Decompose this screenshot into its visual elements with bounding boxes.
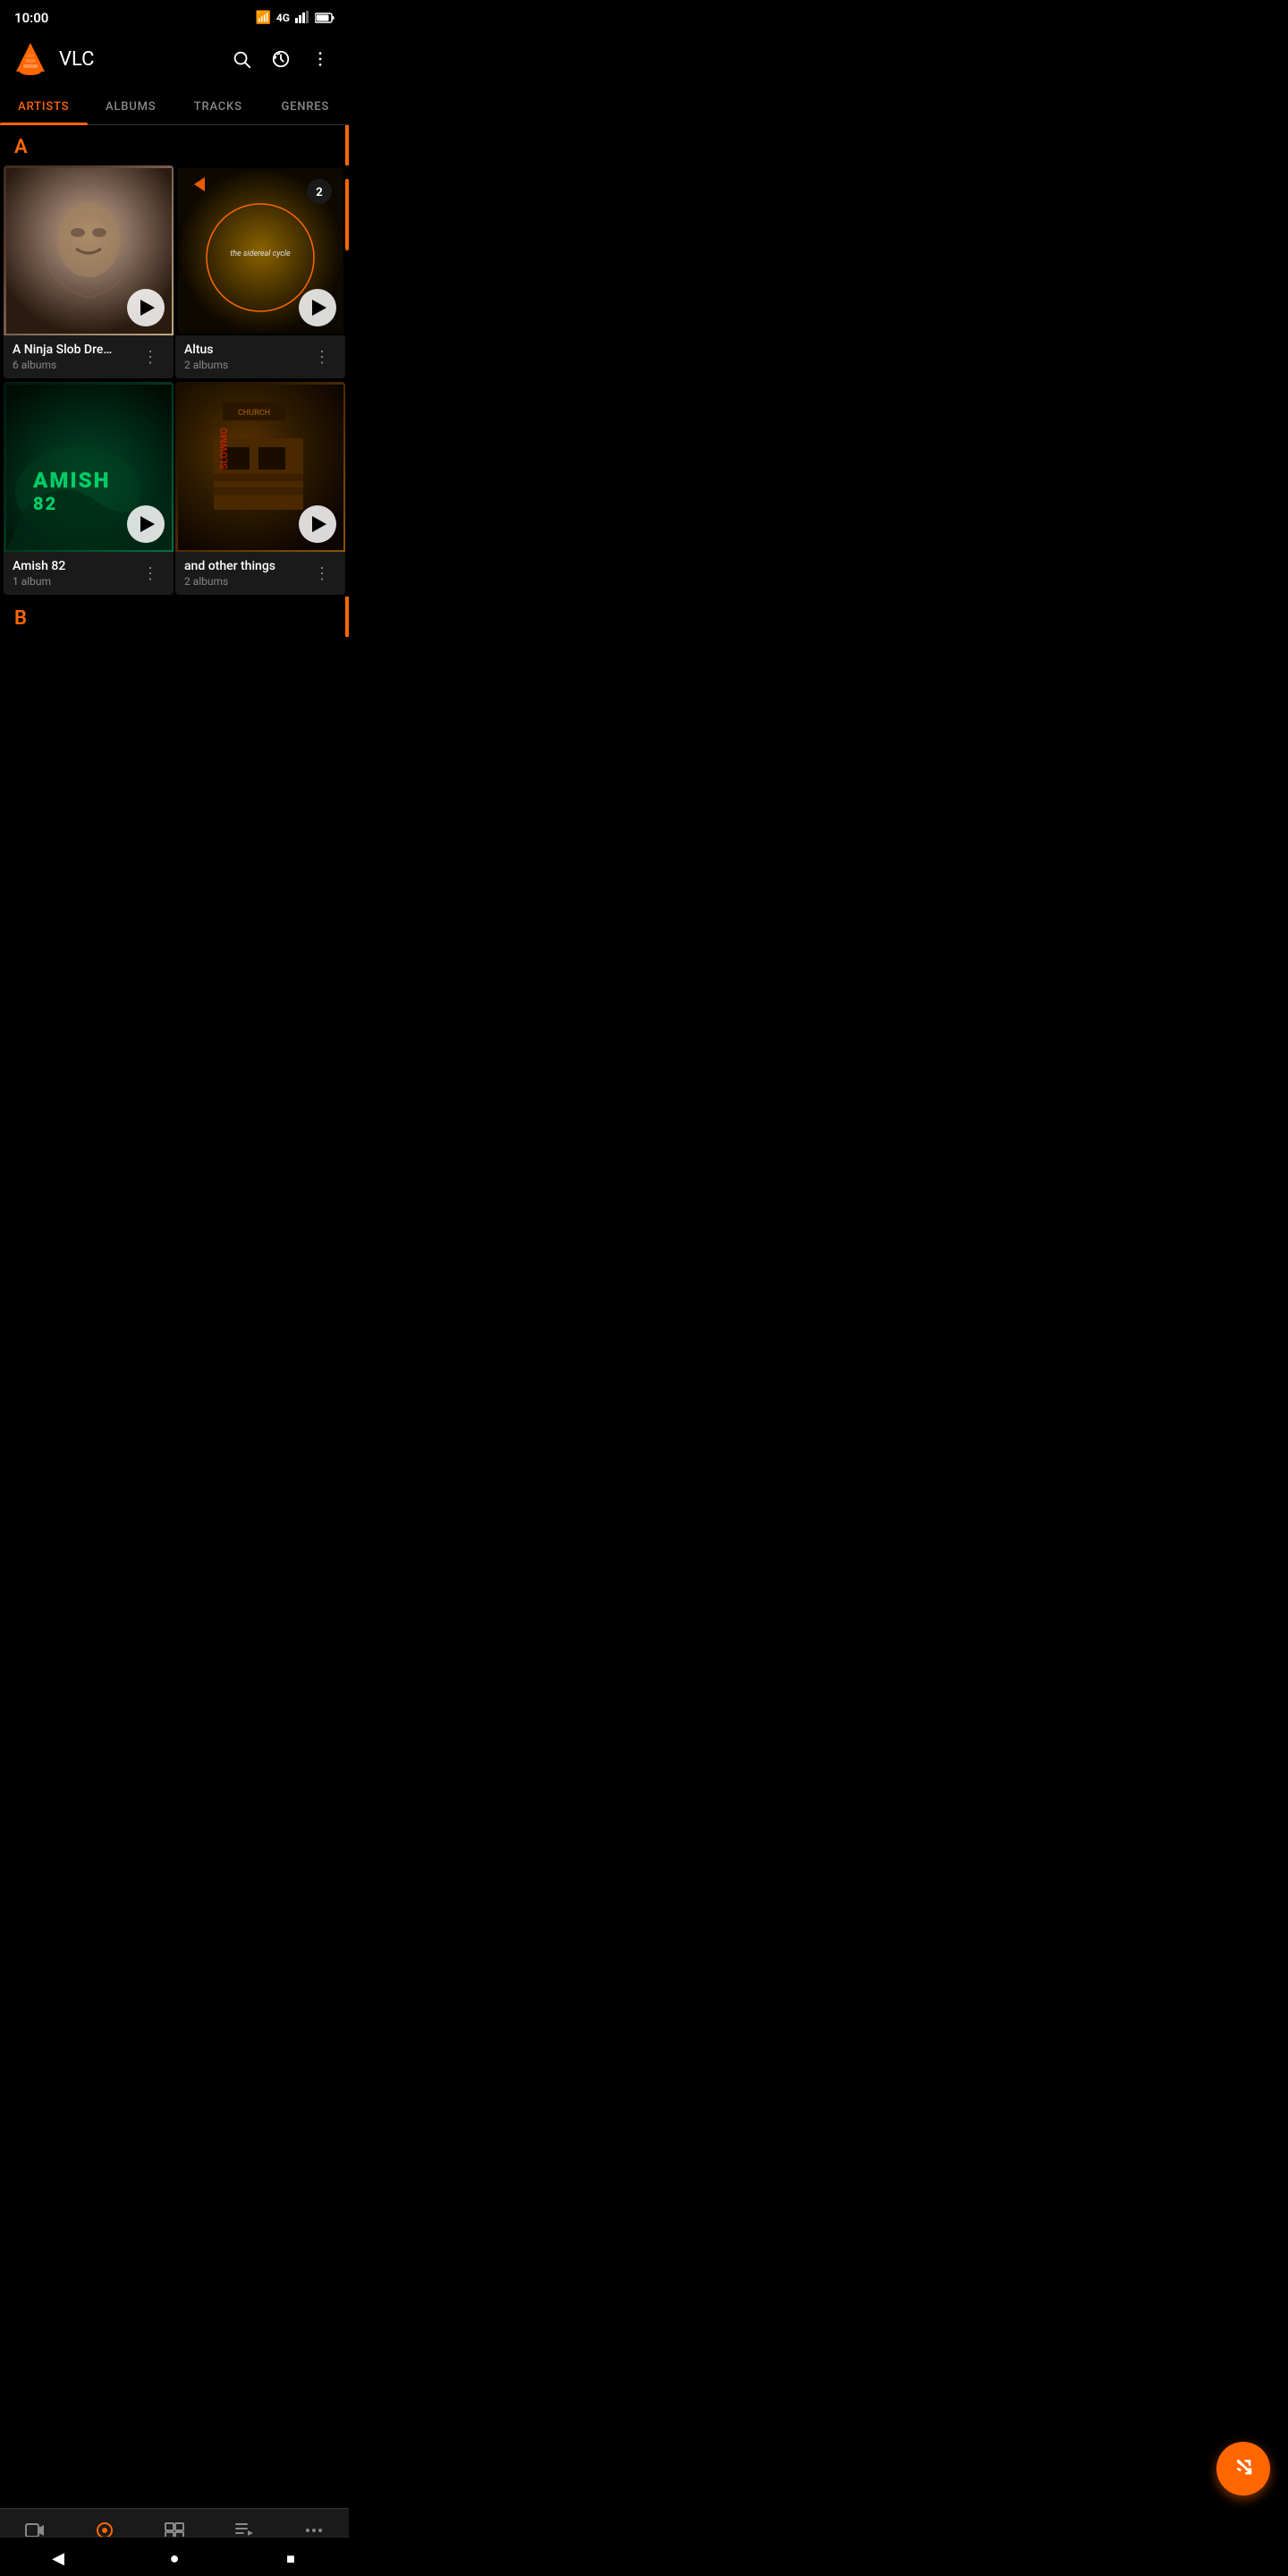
play-icon-amish bbox=[140, 516, 155, 532]
signal-4g-icon: 4G bbox=[276, 12, 290, 24]
app-header: VLC bbox=[0, 32, 349, 86]
svg-text:AMISH: AMISH bbox=[32, 468, 111, 493]
tab-genres[interactable]: GENRES bbox=[262, 89, 350, 124]
artist-name-other: and other things bbox=[184, 559, 275, 573]
back-button[interactable]: ◀ bbox=[46, 2546, 71, 2572]
artist-thumbnail-amish[interactable]: AMISH 82 bbox=[4, 382, 174, 552]
artist-albums-amish: 1 album bbox=[13, 575, 65, 588]
artist-thumbnail-altus[interactable]: the sidereal cycle 2 bbox=[175, 165, 345, 335]
status-bar: 10:00 📶 4G bbox=[0, 0, 349, 32]
scroll-indicator bbox=[345, 179, 349, 250]
play-button-amish[interactable] bbox=[127, 505, 165, 543]
vlc-logo bbox=[11, 39, 50, 79]
shuffle-fab[interactable] bbox=[1216, 2442, 1270, 2496]
artist-albums-altus: 2 albums bbox=[184, 359, 228, 371]
play-icon bbox=[140, 300, 155, 316]
play-button-ninja[interactable] bbox=[127, 289, 165, 326]
artist-thumbnail-other[interactable]: SLOWMO CHURCH bbox=[175, 382, 345, 552]
home-button[interactable]: ● bbox=[162, 2546, 187, 2572]
recent-button[interactable]: ■ bbox=[278, 2546, 303, 2572]
svg-text:CHURCH: CHURCH bbox=[237, 409, 269, 418]
artist-card-altus: the sidereal cycle 2 Altus 2 albums bbox=[175, 165, 345, 378]
artist-info-ninja: A Ninja Slob Dre… 6 albums bbox=[4, 335, 174, 378]
section-letter-b: B bbox=[0, 597, 41, 637]
header-actions bbox=[224, 41, 338, 77]
section-letter-a: A bbox=[0, 125, 42, 165]
artist-name-altus: Altus bbox=[184, 343, 228, 357]
artists-content: A bbox=[0, 125, 349, 762]
artist-albums-ninja: 6 albums bbox=[13, 359, 112, 371]
artist-more-altus[interactable] bbox=[308, 343, 336, 371]
artist-info-altus: Altus 2 albums bbox=[175, 335, 345, 378]
play-button-altus[interactable] bbox=[299, 289, 336, 326]
main-tabs: ARTISTS ALBUMS TRACKS GENRES bbox=[0, 89, 349, 125]
artist-more-ninja[interactable] bbox=[136, 343, 165, 371]
svg-text:82: 82 bbox=[33, 493, 57, 514]
status-time: 10:00 bbox=[14, 10, 48, 26]
app-title: VLC bbox=[59, 48, 215, 71]
tab-artists[interactable]: ARTISTS bbox=[0, 89, 88, 124]
section-header-b: B bbox=[0, 597, 349, 637]
artist-name-ninja: A Ninja Slob Dre… bbox=[13, 343, 112, 357]
artist-info-amish: Amish 82 1 album bbox=[4, 552, 174, 595]
play-icon-other bbox=[312, 516, 326, 532]
history-button[interactable] bbox=[263, 41, 299, 77]
artist-albums-other: 2 albums bbox=[184, 575, 275, 588]
artist-more-other[interactable] bbox=[308, 559, 336, 588]
svg-text:the sidereal cycle: the sidereal cycle bbox=[230, 250, 291, 258]
section-header-a: A bbox=[0, 125, 349, 165]
artist-info-other: and other things 2 albums bbox=[175, 552, 345, 595]
artist-thumbnail-ninja[interactable] bbox=[4, 165, 174, 335]
more-options-button[interactable] bbox=[302, 41, 338, 77]
battery-icon bbox=[315, 10, 335, 27]
play-button-other[interactable] bbox=[299, 505, 336, 543]
artist-card-amish: AMISH 82 Amish 82 1 album bbox=[4, 382, 174, 595]
artist-card-ninja: A Ninja Slob Dre… 6 albums bbox=[4, 165, 174, 378]
artist-grid: A Ninja Slob Dre… 6 albums bbox=[0, 165, 349, 597]
artist-name-amish: Amish 82 bbox=[13, 559, 65, 573]
tab-tracks[interactable]: TRACKS bbox=[174, 89, 262, 124]
svg-text:2: 2 bbox=[316, 186, 322, 199]
artist-card-other: SLOWMO CHURCH and other things 2 albums bbox=[175, 382, 345, 595]
wifi-icon: 📶 bbox=[255, 11, 270, 25]
signal-bars-icon bbox=[295, 10, 309, 27]
tab-albums[interactable]: ALBUMS bbox=[88, 89, 175, 124]
artist-more-amish[interactable] bbox=[136, 559, 165, 588]
shuffle-icon bbox=[1231, 2453, 1256, 2485]
play-icon-altus bbox=[312, 300, 326, 316]
status-icons: 📶 4G bbox=[255, 10, 335, 27]
svg-text:SLOWMO: SLOWMO bbox=[218, 427, 230, 469]
search-button[interactable] bbox=[224, 41, 259, 77]
